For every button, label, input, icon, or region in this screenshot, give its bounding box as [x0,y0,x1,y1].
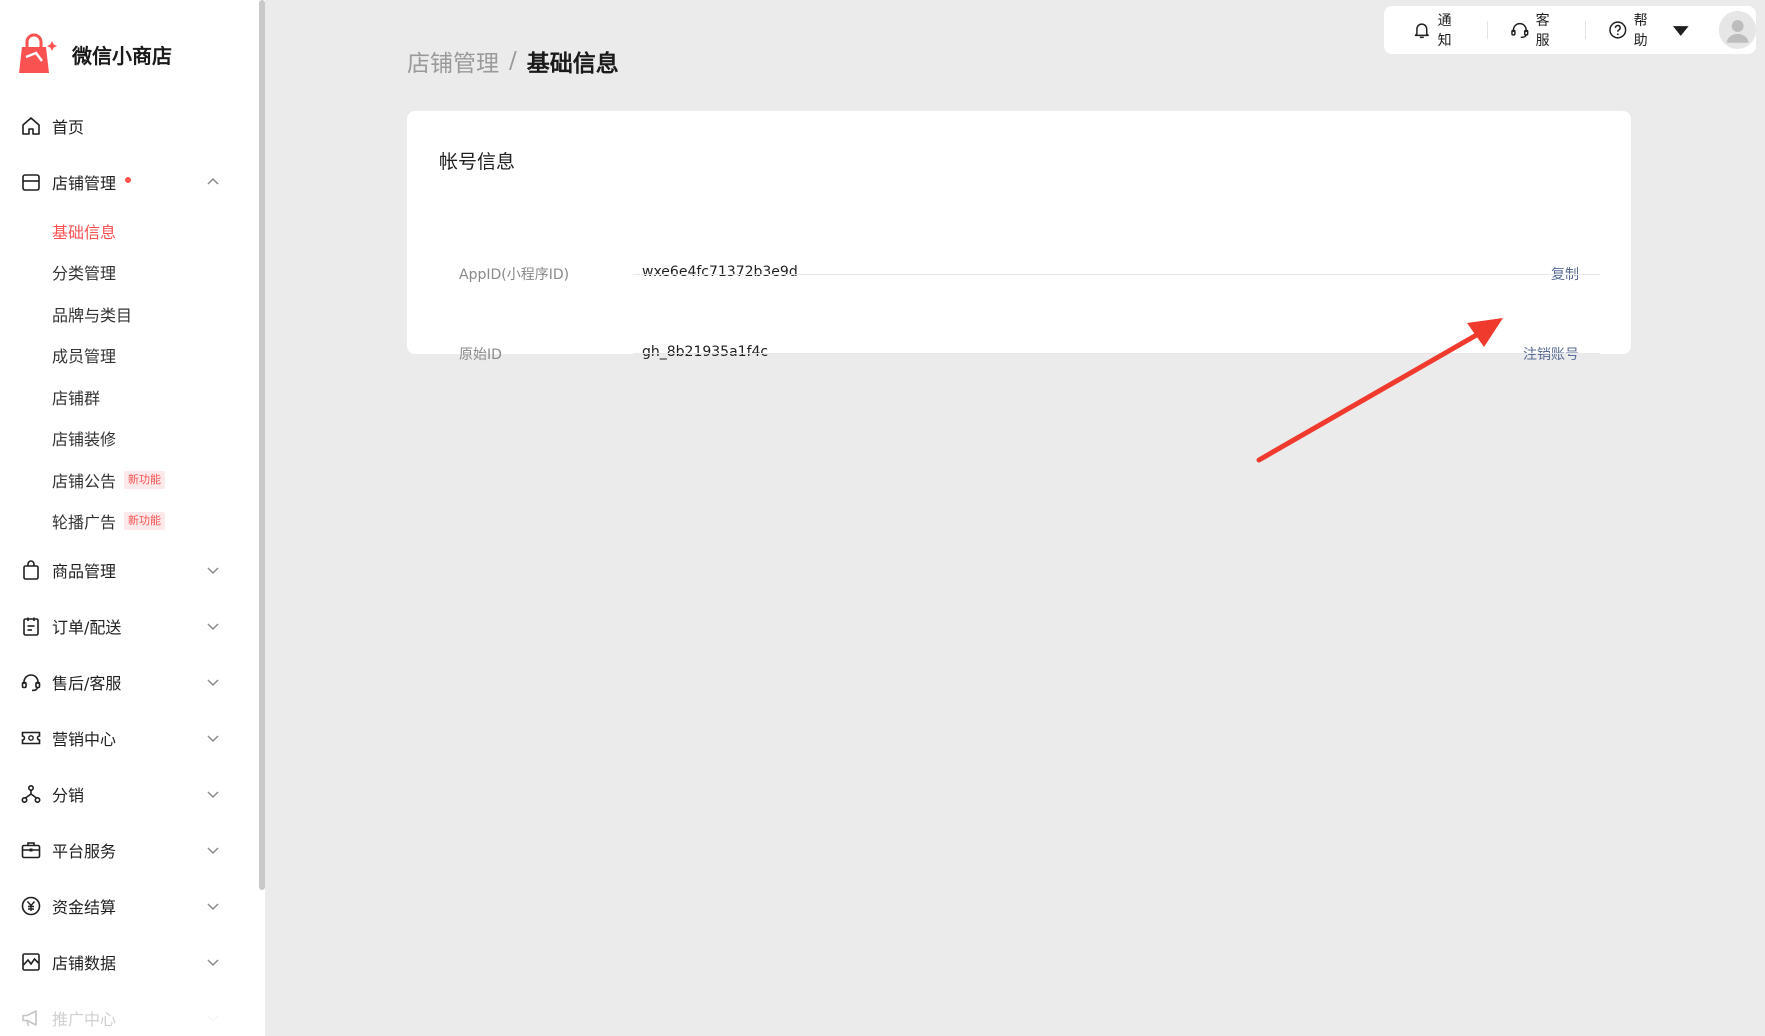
share-icon [20,783,42,805]
sidebar-item-label: 首页 [52,118,85,137]
notification-dot [125,177,132,183]
sidebar-item-label: 资金结算 [52,898,117,917]
help-dropdown[interactable]: 帮助 [1608,10,1691,50]
deregister-account-button[interactable]: 注销账号 [1523,344,1579,364]
sidebar-subitem-basic-info[interactable]: 基础信息 [0,210,259,252]
breadcrumb-parent[interactable]: 店铺管理 [407,44,499,78]
chevron-up-icon [205,174,221,190]
notify-button[interactable]: 通知 [1412,10,1465,50]
sidebar-item-label: 营销中心 [52,730,117,749]
briefcase-icon [20,839,42,861]
customer-service-button[interactable]: 客服 [1510,10,1563,50]
sidebar-item-label: 平台服务 [52,842,117,861]
sidebar-item-label: 分销 [52,786,85,805]
new-feature-badge: 新功能 [124,512,166,531]
sidebar-subitem-label: 店铺装修 [52,430,117,450]
store-icon [20,171,42,193]
chevron-down-icon [205,730,221,746]
shop-bag-logo-icon [19,33,57,73]
sidebar-subitem-members[interactable]: 成员管理 [0,335,259,377]
sidebar-subitem-label: 基础信息 [52,222,117,242]
chart-icon [20,951,42,973]
sidebar-item-orders[interactable]: 订单/配送 [0,598,259,654]
new-feature-badge: 新功能 [124,470,166,489]
sidebar-subitem-label: 轮播广告 [52,513,117,533]
sidebar-item-store-data[interactable]: 店铺数据 [0,934,259,990]
app-root: 微信小商店 首页 店铺管理 基础信息 分类管理 品牌与类目 成员管理 店铺群 店… [0,0,1765,1036]
user-icon [1726,20,1749,43]
appid-value: wxe6e4fc71372b3e9d [642,264,798,280]
bag-icon [20,559,42,581]
chevron-down-icon [205,618,221,634]
sidebar-item-label: 订单/配送 [52,618,122,637]
brand[interactable]: 微信小商店 [16,30,172,78]
toolbar-divider [1487,21,1489,39]
sidebar-item-label: 售后/客服 [52,674,122,693]
chevron-down-icon [205,1010,221,1026]
bell-icon [1414,23,1429,39]
user-avatar[interactable] [1718,11,1756,49]
sidebar-scrollbar[interactable] [259,0,265,890]
sidebar-item-products[interactable]: 商品管理 [0,542,259,598]
chevron-down-icon [205,842,221,858]
headset-icon [20,671,42,693]
original-id-row: 原始ID gh_8b21935a1f4c 注销账号 [407,314,1631,394]
sidebar-subitem-label: 品牌与类目 [52,305,133,325]
sidebar-subitem-brand-category[interactable]: 品牌与类目 [0,293,259,335]
headset-icon [1511,22,1529,39]
chevron-down-icon [205,674,221,690]
sidebar-subitem-decoration[interactable]: 店铺装修 [0,418,259,460]
clipboard-icon [20,615,42,637]
megaphone-icon [20,1007,42,1029]
sidebar-item-store-management[interactable]: 店铺管理 [0,154,259,210]
sidebar-item-label: 推广中心 [52,1010,117,1029]
sidebar: 微信小商店 首页 店铺管理 基础信息 分类管理 品牌与类目 成员管理 店铺群 店… [0,0,265,1036]
sidebar-item-after-sales[interactable]: 售后/客服 [0,654,259,710]
chevron-down-icon [205,786,221,802]
sidebar-subitem-label: 店铺公告 [52,471,117,491]
original-id-label: 原始ID [459,347,502,363]
brand-name: 微信小商店 [72,43,172,68]
top-toolbar: 通知 客服 帮助 [1384,6,1756,54]
toolbar-divider [1585,21,1587,39]
sidebar-item-home[interactable]: 首页 [0,98,259,154]
breadcrumb: 店铺管理 / 基础信息 [407,44,619,78]
card-title: 帐号信息 [439,151,516,173]
account-info-card: 帐号信息 AppID(小程序ID) wxe6e4fc71372b3e9d 复制 … [407,111,1631,363]
page-title: 基础信息 [526,51,619,77]
sidebar-nav: 首页 店铺管理 基础信息 分类管理 品牌与类目 成员管理 店铺群 店铺装修 店铺… [0,98,259,1036]
original-id-value: gh_8b21935a1f4c [642,344,769,360]
sidebar-item-marketing[interactable]: 营销中心 [0,710,259,766]
chevron-down-icon [205,562,221,578]
help-label: 帮助 [1633,13,1648,49]
sidebar-item-label: 店铺数据 [52,954,117,973]
home-icon [20,115,42,137]
sidebar-subitem-category[interactable]: 分类管理 [0,252,259,294]
sidebar-item-platform-services[interactable]: 平台服务 [0,822,259,878]
sidebar-item-label: 商品管理 [52,562,117,581]
notify-label: 通知 [1437,13,1452,49]
ticket-icon [20,727,42,749]
row-divider [633,274,1600,275]
sidebar-subitem-store-group[interactable]: 店铺群 [0,376,259,418]
sidebar-item-promotion[interactable]: 推广中心 [0,990,259,1036]
sidebar-item-label: 店铺管理 [52,174,117,193]
sidebar-subitem-label: 成员管理 [52,347,117,367]
customer-service-label: 客服 [1535,13,1550,49]
help-circle-icon [1609,21,1627,39]
breadcrumb-separator: / [509,48,517,74]
sidebar-item-distribution[interactable]: 分销 [0,766,259,822]
sidebar-subitem-label: 分类管理 [52,264,117,284]
caret-down-icon [1673,26,1689,36]
yuan-icon [20,895,42,917]
sidebar-subitem-label: 店铺群 [52,388,101,408]
chevron-down-icon [205,954,221,970]
chevron-down-icon [205,898,221,914]
appid-label: AppID(小程序ID) [459,267,570,283]
sidebar-subitem-carousel-ads[interactable]: 轮播广告 新功能 [0,501,259,543]
row-divider [633,353,1600,354]
sidebar-subitem-announcement[interactable]: 店铺公告 新功能 [0,459,259,501]
sidebar-item-settlement[interactable]: 资金结算 [0,878,259,934]
